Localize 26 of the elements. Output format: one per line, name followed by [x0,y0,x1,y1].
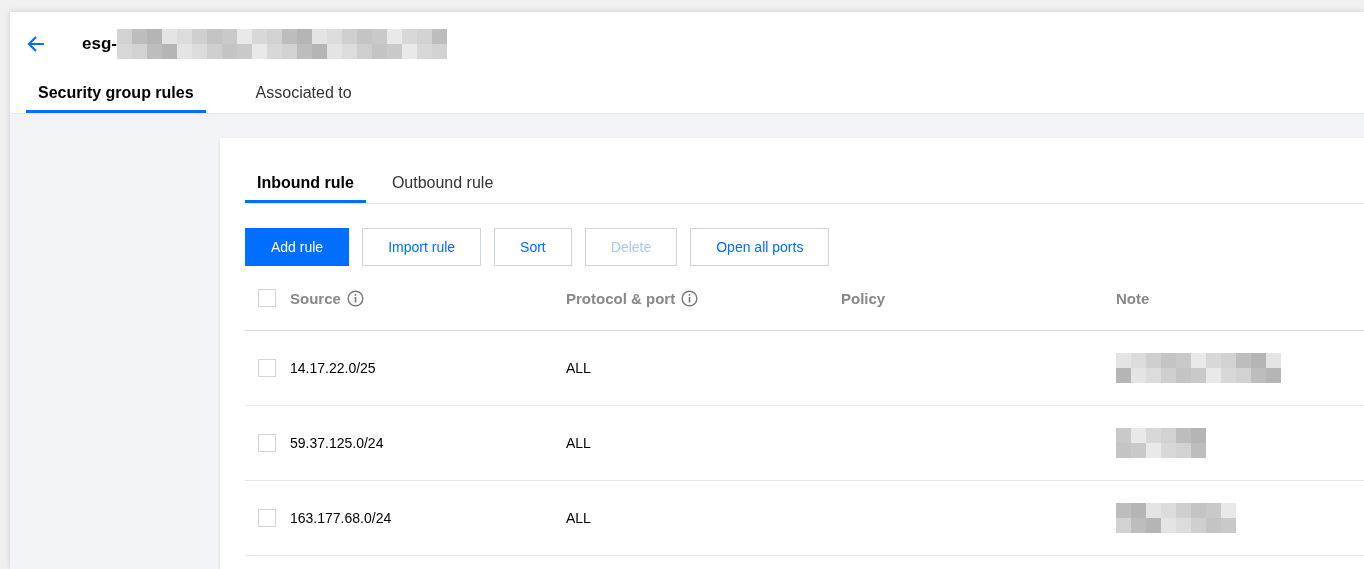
table-cell: ALL [566,435,591,451]
tab[interactable]: Associated to [243,84,364,113]
table-cell: 59.37.125.0/24 [290,435,384,451]
checkbox[interactable] [258,289,276,307]
tab[interactable]: Security group rules [26,84,206,113]
checkbox[interactable] [258,434,276,452]
tab[interactable]: Outbound rule [379,174,506,203]
checkbox[interactable] [258,359,276,377]
column-header: Protocol & port [566,289,676,307]
tab[interactable]: Inbound rule [245,174,366,203]
action-button[interactable]: Sort [494,228,572,266]
info-icon[interactable] [681,289,699,307]
info-icon[interactable] [346,289,364,307]
table-cell: ALL [566,510,591,526]
table-cell: ALL [566,360,591,376]
page-title: esg- [82,34,117,54]
action-button[interactable]: Open all ports [690,228,830,266]
column-header: Note [1116,289,1150,307]
action-button[interactable]: Add rule [245,228,350,266]
back-arrow-icon[interactable] [26,35,46,53]
column-header: Policy [841,289,886,307]
action-button[interactable]: Import rule [362,228,482,266]
table-cell: 163.177.68.0/24 [290,510,392,526]
checkbox[interactable] [258,509,276,527]
column-header: Source [290,289,341,307]
table-cell: 14.17.22.0/25 [290,360,376,376]
